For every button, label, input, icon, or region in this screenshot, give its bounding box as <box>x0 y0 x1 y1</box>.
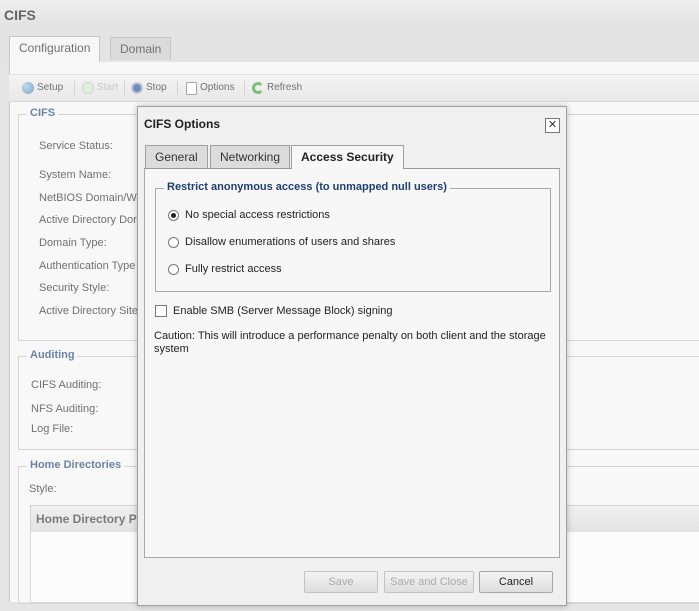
radio-label: Fully restrict access <box>185 263 282 275</box>
dialog-tab-strip: General Networking Access Security <box>144 145 560 170</box>
tab-general[interactable]: General <box>145 145 208 168</box>
radio-icon[interactable] <box>168 263 179 275</box>
cancel-button[interactable]: Cancel <box>479 571 553 593</box>
tab-networking[interactable]: Networking <box>210 145 291 168</box>
close-icon[interactable]: ✕ <box>545 118 560 133</box>
restrict-anonymous-fieldset: Restrict anonymous access (to unmapped n… <box>155 181 551 292</box>
dialog-title: CIFS Options <box>144 117 220 131</box>
smb-signing-checkbox[interactable] <box>155 305 167 317</box>
radio-label: No special access restrictions <box>185 209 330 221</box>
save-button[interactable]: Save <box>304 571 378 593</box>
tab-access-security[interactable]: Access Security <box>291 145 404 170</box>
radio-disallow-enumerations[interactable]: Disallow enumerations of users and share… <box>168 235 395 249</box>
restrict-anonymous-legend: Restrict anonymous access (to unmapped n… <box>164 181 450 193</box>
save-and-close-button[interactable]: Save and Close <box>384 571 474 593</box>
radio-fully-restrict[interactable]: Fully restrict access <box>168 262 282 276</box>
cifs-options-dialog: CIFS Options ✕ General Networking Access… <box>137 106 567 606</box>
smb-signing-label: Enable SMB (Server Message Block) signin… <box>173 305 393 317</box>
radio-label: Disallow enumerations of users and share… <box>185 236 396 248</box>
caution-text: Caution: This will introduce a performan… <box>154 330 546 355</box>
radio-selected-icon[interactable] <box>168 209 179 221</box>
radio-no-special-restrictions[interactable]: No special access restrictions <box>168 208 330 222</box>
access-security-panel: Restrict anonymous access (to unmapped n… <box>144 169 560 558</box>
smb-signing-option[interactable]: Enable SMB (Server Message Block) signin… <box>155 305 392 317</box>
radio-icon[interactable] <box>168 236 179 248</box>
